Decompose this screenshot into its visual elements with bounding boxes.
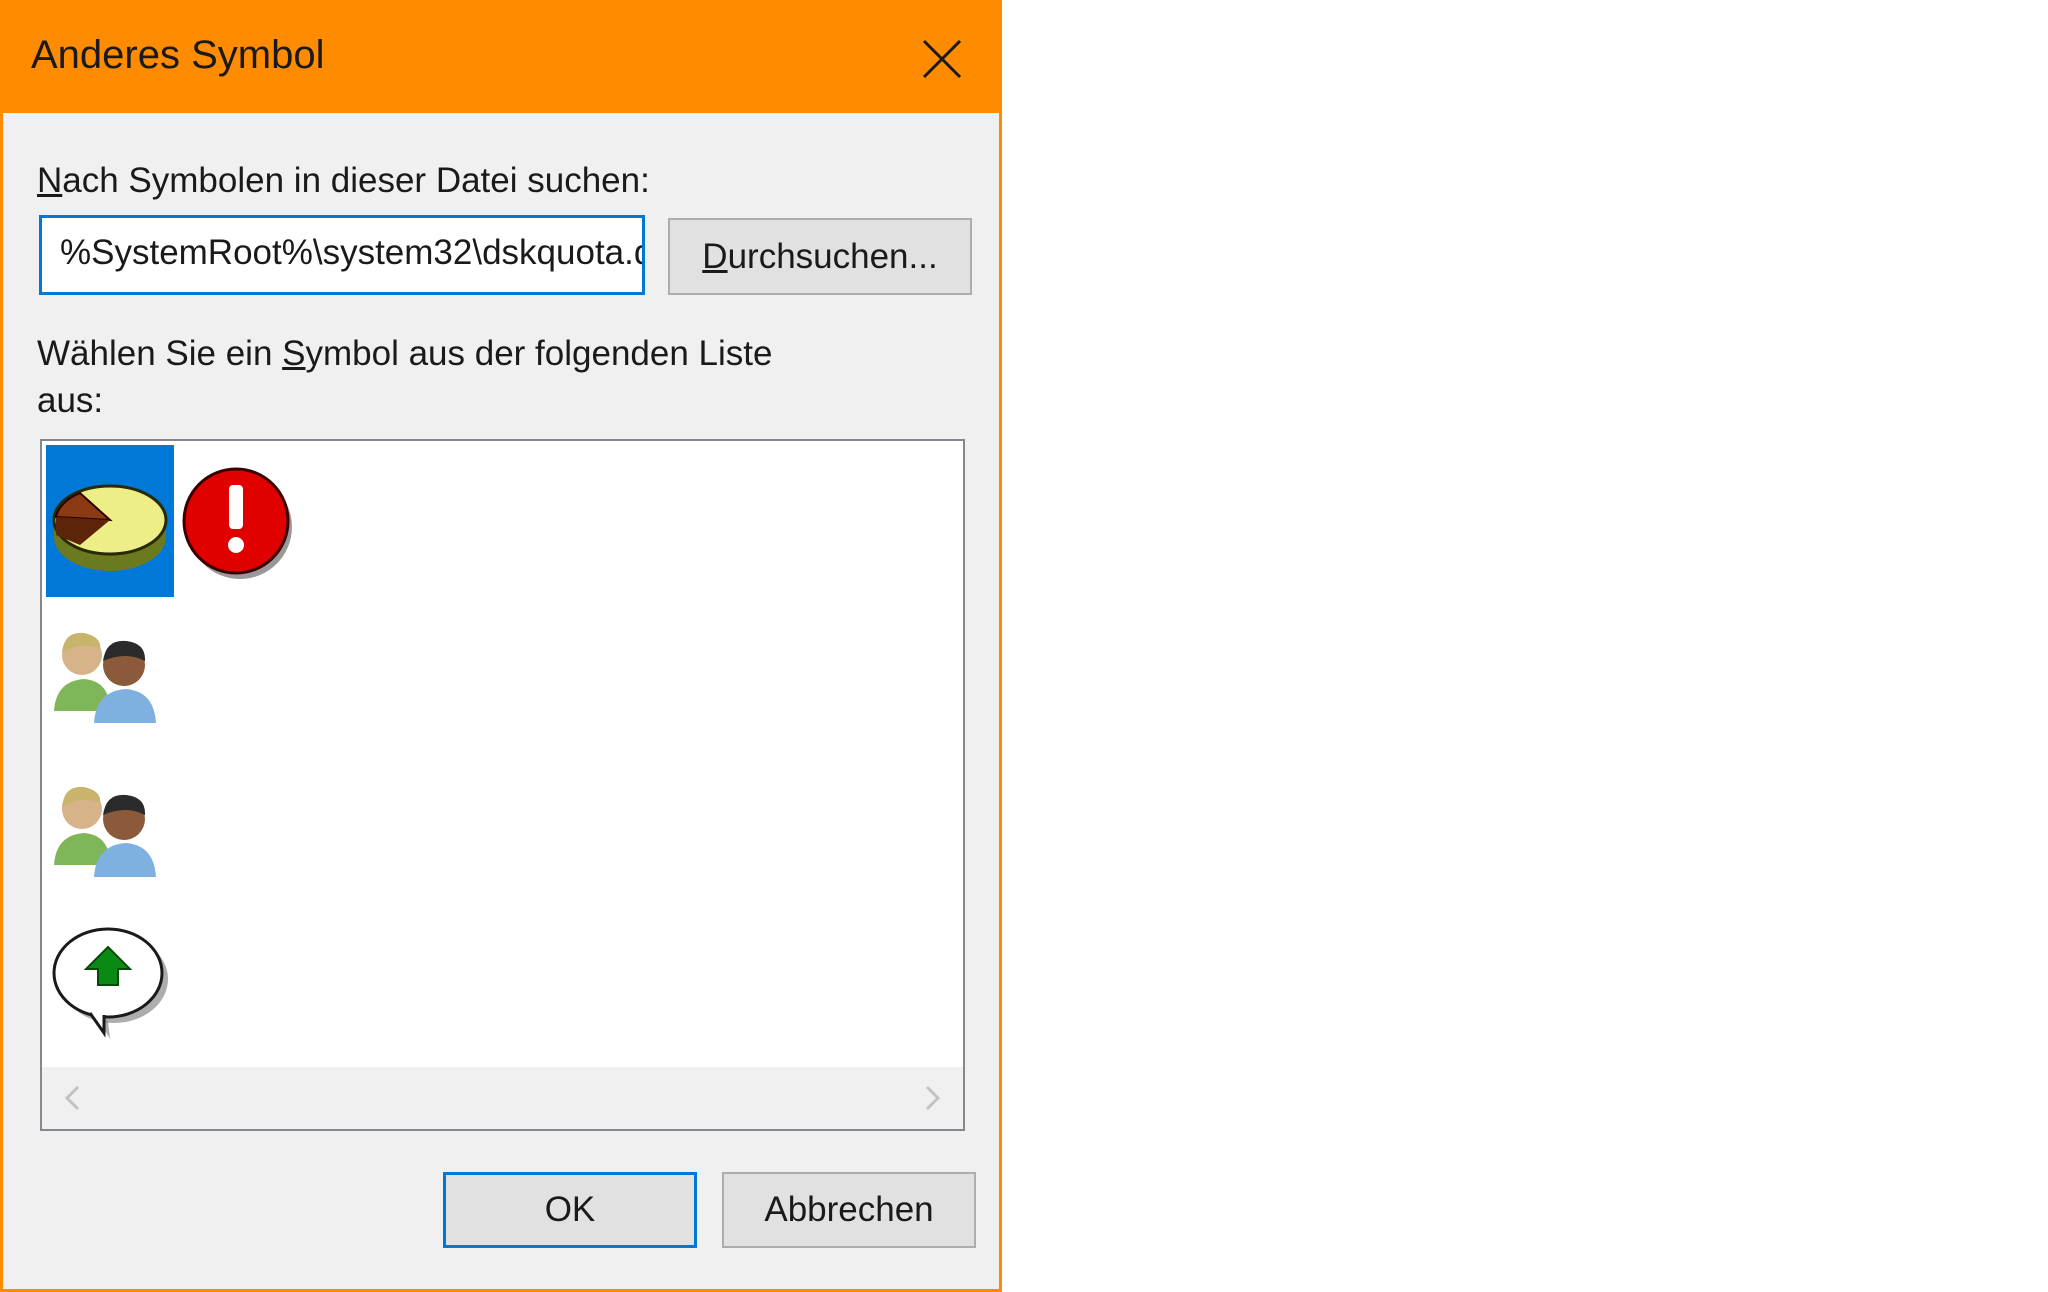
two-users-icon — [54, 632, 156, 723]
close-button[interactable] — [889, 3, 999, 113]
close-icon — [922, 39, 962, 79]
change-icon-dialog: Anderes Symbol Nach Symbolen in dieser D… — [0, 0, 1002, 1292]
cancel-button[interactable]: Abbrechen — [722, 1172, 976, 1248]
speech-bubble-up-arrow-icon — [52, 927, 168, 1039]
file-path-input[interactable]: %SystemRoot%\system32\dskquota.dll — [39, 215, 645, 295]
pie-chart-icon — [52, 484, 168, 571]
dialog-title: Anderes Symbol — [31, 33, 325, 77]
horizontal-scrollbar[interactable] — [42, 1067, 963, 1129]
scroll-right-icon[interactable] — [917, 1083, 947, 1113]
ok-button[interactable]: OK — [443, 1172, 697, 1248]
red-exclamation-icon — [182, 467, 292, 579]
icon-list[interactable] — [40, 439, 965, 1131]
browse-button[interactable]: Durchsuchen... — [668, 218, 972, 295]
title-bar: Anderes Symbol — [3, 3, 999, 113]
icon-item-exclamation[interactable] — [174, 445, 302, 597]
choose-icon-label: Wählen Sie ein Symbol aus der folgenden … — [37, 334, 773, 420]
two-users-icon — [54, 786, 156, 877]
icon-item-speech-bubble[interactable] — [46, 907, 174, 1059]
icon-item-users-1[interactable] — [46, 599, 174, 751]
search-file-label: Nach Symbolen in dieser Datei suchen: — [37, 161, 650, 200]
scroll-left-icon[interactable] — [58, 1083, 88, 1113]
icon-item-pie-chart[interactable] — [46, 445, 174, 597]
icon-item-users-2[interactable] — [46, 753, 174, 905]
